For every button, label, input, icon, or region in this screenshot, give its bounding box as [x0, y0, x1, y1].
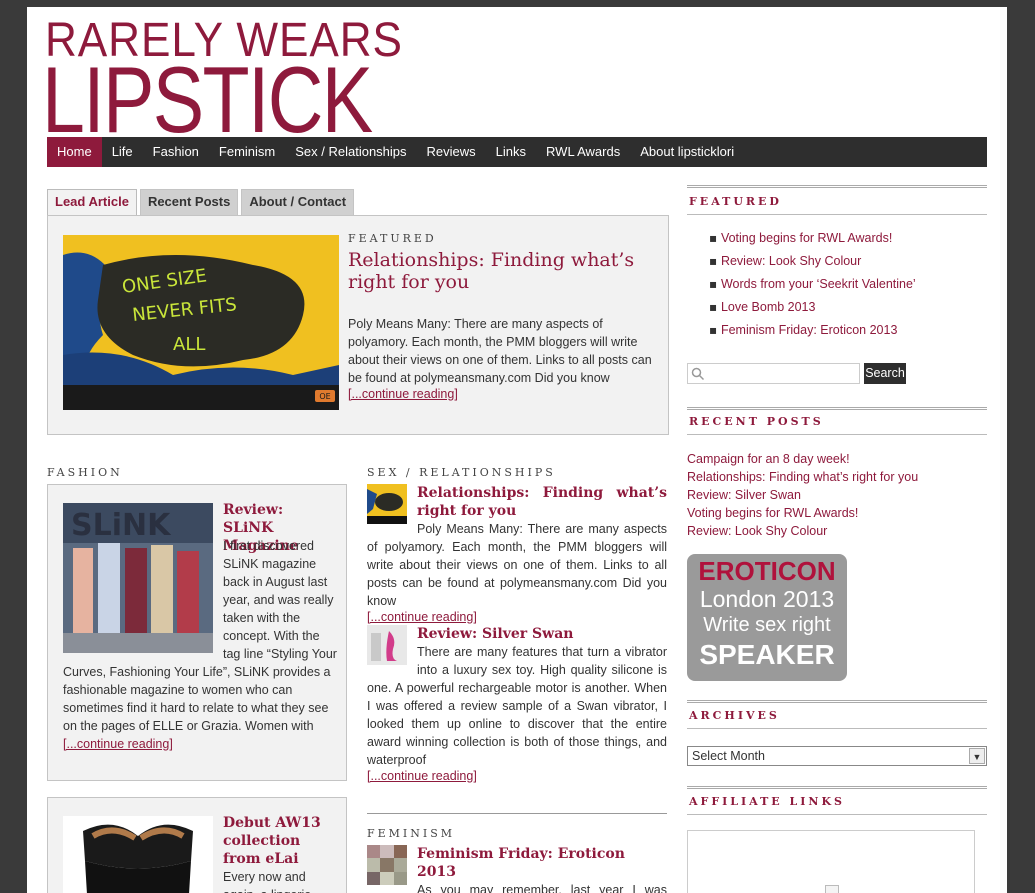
archives-select[interactable]: Select Month ▼: [687, 746, 987, 766]
sexrel-post-2: Review: Silver Swan There are many featu…: [367, 625, 667, 783]
nav-item-reviews[interactable]: Reviews: [417, 137, 486, 167]
nav-item-about[interactable]: About lipsticklori: [630, 137, 744, 167]
badge-line-2: London 2013: [699, 586, 835, 612]
recent-post-link[interactable]: Review: Look Shy Colour: [687, 524, 827, 538]
featured-list: ▪ Voting begins for RWL Awards! ▪ Review…: [709, 231, 989, 346]
featured-item: ▪ Love Bomb 2013: [709, 300, 816, 314]
archives-rule-bottom: [687, 728, 987, 729]
lead-article-image[interactable]: OE ONE SIZE NEVER FITS ALL: [63, 235, 339, 410]
fashion-post-card-2: Debut AW13 collection from eLai Every no…: [47, 797, 347, 893]
lead-title[interactable]: Relationships: Finding what’s right for …: [348, 249, 653, 293]
lead-continue-link[interactable]: [...continue reading]: [348, 387, 458, 401]
search-icon: [691, 367, 705, 381]
nav-item-rwl-awards[interactable]: RWL Awards: [536, 137, 630, 167]
sidebar-archives-title: ARCHIVES: [689, 709, 780, 722]
feminism-post-1-thumb[interactable]: [367, 845, 407, 885]
lead-image-badge: OE: [319, 392, 330, 401]
lead-excerpt: Poly Means Many: There are many aspects …: [348, 317, 652, 385]
lead-article-panel: OE ONE SIZE NEVER FITS ALL FEATURED Rela…: [47, 215, 669, 435]
sexrel-post-1-thumb[interactable]: [367, 484, 407, 524]
feminism-label: FEMINISM: [367, 827, 456, 840]
logo-line-2: LIPSTICK: [42, 47, 373, 152]
feminism-divider: [367, 813, 667, 814]
nav-item-feminism[interactable]: Feminism: [209, 137, 285, 167]
search-button[interactable]: Search: [864, 363, 906, 384]
affiliate-rule-top: [687, 786, 987, 789]
nav-item-home[interactable]: Home: [47, 137, 102, 167]
broken-image-icon: [825, 885, 839, 893]
fashion-post-excerpt: I first discovered SLiNK magazine back i…: [63, 537, 338, 753]
badge-line-1: EROTICON: [698, 556, 836, 586]
chevron-down-icon: ▼: [969, 748, 985, 764]
elai-post-title[interactable]: Debut AW13 collection from eLai: [223, 814, 338, 868]
fashion-excerpt-float: [63, 537, 223, 663]
featured-link[interactable]: Review: Look Shy Colour: [721, 254, 861, 268]
tab-lead-article[interactable]: Lead Article: [47, 189, 137, 215]
nav-item-sex-relationships[interactable]: Sex / Relationships: [285, 137, 416, 167]
affiliate-box: [687, 830, 975, 893]
recent-post-link[interactable]: Campaign for an 8 day week!: [687, 452, 850, 466]
featured-item: ▪ Words from your ‘Seekrit Valentine’: [709, 277, 916, 291]
featured-link[interactable]: Words from your ‘Seekrit Valentine’: [721, 277, 916, 291]
recent-rule-bottom: [687, 434, 987, 435]
fashion-continue-link[interactable]: [...continue reading]: [63, 737, 173, 751]
archives-rule-top: [687, 700, 987, 703]
sexrel-post-1-excerpt: Poly Means Many: There are many aspects …: [367, 522, 667, 608]
badge-line-4: SPEAKER: [699, 639, 835, 670]
fashion-label: FASHION: [47, 466, 123, 479]
featured-link[interactable]: Feminism Friday: Eroticon 2013: [721, 323, 897, 337]
sexrel-label: SEX / RELATIONSHIPS: [367, 466, 556, 479]
search-field-wrap: [687, 363, 860, 384]
content-tabs: Lead Article Recent Posts About / Contac…: [47, 189, 357, 215]
recent-post-link[interactable]: Review: Silver Swan: [687, 488, 801, 502]
feminism-post-1-title[interactable]: Feminism Friday: Eroticon 2013: [367, 845, 667, 881]
sexrel-post-2-thumb[interactable]: [367, 625, 407, 665]
nav-item-fashion[interactable]: Fashion: [143, 137, 209, 167]
eroticon-speaker-badge[interactable]: EROTICON London 2013 Write sex right SPE…: [687, 554, 847, 681]
archives-selected-value: Select Month: [692, 749, 765, 763]
elai-post-excerpt: Every now and again, a lingerie: [223, 870, 311, 893]
sidebar-affiliate-title: AFFILIATE LINKS: [689, 795, 845, 808]
nav-item-life[interactable]: Life: [102, 137, 143, 167]
badge-line-3: Write sex right: [703, 614, 831, 636]
sidebar-featured-title: FEATURED: [689, 195, 782, 208]
lead-label: FEATURED: [348, 232, 437, 245]
search-input[interactable]: [706, 364, 856, 383]
featured-item: ▪ Voting begins for RWL Awards!: [709, 231, 893, 245]
sexrel-post-1-continue-link[interactable]: [...continue reading]: [367, 610, 477, 624]
recent-post-link[interactable]: Voting begins for RWL Awards!: [687, 506, 858, 520]
lead-image-text-3: ALL: [173, 334, 205, 355]
featured-link[interactable]: Voting begins for RWL Awards!: [721, 231, 892, 245]
tab-about-contact[interactable]: About / Contact: [241, 189, 355, 215]
sexrel-post-2-excerpt: There are many features that turn a vibr…: [367, 645, 667, 767]
recent-posts-list: Campaign for an 8 day week! Relationship…: [687, 450, 987, 540]
page: RARELY WEARS LIPSTICK Home Life Fashion …: [27, 7, 1007, 893]
recent-rule-top: [687, 407, 987, 410]
featured-rule-bottom: [687, 214, 987, 215]
sexrel-post-1-title[interactable]: Relationships: Finding what’s right for …: [367, 484, 667, 520]
affiliate-rule-bottom: [687, 814, 987, 815]
sidebar-recent-title: RECENT POSTS: [689, 415, 824, 428]
elai-thumbnail[interactable]: [63, 816, 213, 893]
featured-link[interactable]: Love Bomb 2013: [721, 300, 816, 314]
feminism-post-1: Feminism Friday: Eroticon 2013 As you ma…: [367, 845, 667, 893]
featured-item: ▪ Review: Look Shy Colour: [709, 254, 862, 268]
nav-item-links[interactable]: Links: [486, 137, 536, 167]
tab-recent-posts[interactable]: Recent Posts: [139, 189, 239, 215]
feminism-post-1-excerpt: As you may remember, last year I was inv…: [417, 883, 667, 893]
recent-post-link[interactable]: Relationships: Finding what’s right for …: [687, 470, 918, 484]
sexrel-post-2-title[interactable]: Review: Silver Swan: [367, 625, 667, 643]
featured-item: ▪ Feminism Friday: Eroticon 2013: [709, 323, 898, 337]
sexrel-post-2-continue-link[interactable]: [...continue reading]: [367, 769, 477, 783]
sexrel-post-1: Relationships: Finding what’s right for …: [367, 484, 667, 624]
featured-rule-top: [687, 185, 987, 188]
lead-article-text: FEATURED Relationships: Finding what’s r…: [348, 232, 653, 401]
fashion-post-card: SLiNK Review: SLiNK Magazine I first dis…: [47, 484, 347, 781]
main-nav: Home Life Fashion Feminism Sex / Relatio…: [47, 137, 987, 167]
